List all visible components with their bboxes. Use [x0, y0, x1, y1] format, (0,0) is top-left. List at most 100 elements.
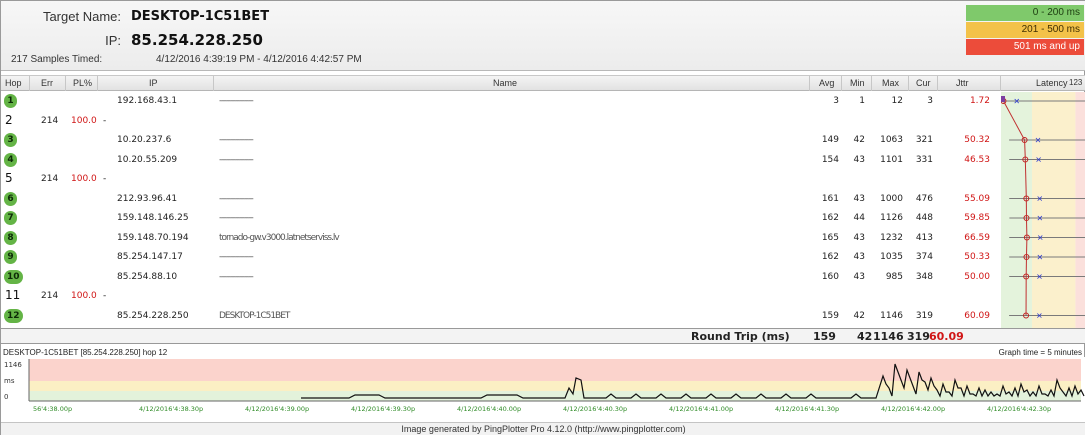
hop-number: 8 [4, 230, 17, 245]
table-row[interactable]: 7 159.148.146.25 --------------- 162 44 1126 4… [1, 209, 1001, 229]
hop-number: 1 [4, 94, 17, 108]
legend-green: 0 - 200 ms [966, 5, 1084, 21]
hop-number: 9 [4, 250, 17, 264]
time-x-label: 4/12/2016'4:40.30p [563, 405, 627, 413]
table-row[interactable]: 4 10.20.55.209 --------------- 154 43 1101 331… [1, 151, 1001, 171]
col-err[interactable]: Err [41, 78, 53, 88]
col-latency[interactable]: Latency [1036, 78, 1068, 88]
time-graph: 1146 ms 0 56'4:38.00p 4/12/2016'4:38.30p 4/12… [1, 357, 1085, 423]
col-max[interactable]: Max [882, 78, 899, 88]
jitter-ms: 50.00 [964, 271, 990, 282]
y-zero-label: 0 [4, 393, 8, 401]
jitter-ms: 1.72 [969, 96, 990, 106]
min-ms: 44 [853, 213, 865, 223]
jitter-ms: 60.09 [964, 310, 990, 321]
table-row[interactable]: 6 212.93.96.41 --------------- 161 43 1000 476… [1, 190, 1001, 210]
hop-name: --------------- [219, 252, 254, 262]
table-row[interactable]: 2 214 100.0- [1, 112, 1001, 132]
latency-cur-marker: ✕ [1037, 234, 1044, 243]
col-name[interactable]: Name [493, 78, 517, 88]
hop-number: 7 [4, 211, 17, 225]
packet-loss: 100.0 [71, 174, 97, 184]
max-ms: 985 [885, 271, 903, 282]
hop-name: tornado-gw.v3000.latnetserviss.lv [219, 232, 340, 243]
col-pl[interactable]: PL% [73, 78, 92, 88]
packet-loss: 100.0 [71, 291, 97, 301]
hop-ip: 159.148.146.25 [117, 213, 189, 223]
packet-loss: 100.0 [71, 115, 97, 126]
avg-ms: 160 [821, 271, 839, 282]
hop-ip: 85.254.228.250 [117, 310, 189, 321]
footer-credit: Image generated by PingPlotter Pro 4.12.… [1, 422, 1085, 435]
jitter-ms: 50.32 [964, 135, 990, 145]
avg-ms: 154 [821, 154, 839, 165]
latency-graph: ✕ ✕ ✕ ✕ ✕ ✕ ✕ ✕ ✕ [1001, 92, 1085, 328]
hop1-marker [1001, 96, 1005, 102]
latency-cur-marker: ✕ [1036, 273, 1043, 282]
round-trip-min: 42 [857, 330, 873, 343]
table-row[interactable]: 10 85.254.88.10 --------------- 160 43 985 348… [1, 268, 1001, 288]
avg-ms: 165 [821, 232, 839, 243]
y-unit-label: ms [4, 377, 15, 385]
col-jitter[interactable]: Jttr [956, 78, 969, 88]
hop-ip: 10.20.237.6 [117, 135, 172, 145]
table-row[interactable]: 9 85.254.147.17 --------------- 162 43 1035 37… [1, 248, 1001, 268]
hop-ip: 85.254.88.10 [117, 271, 178, 282]
time-x-label: 4/12/2016'4:42.00p [881, 405, 945, 413]
err-count: 214 [41, 115, 59, 126]
col-ip[interactable]: IP [149, 78, 158, 88]
latency-cur-marker: ✕ [1035, 136, 1042, 145]
hop-number: 11 [5, 288, 21, 302]
avg-ms: 162 [821, 252, 839, 262]
time-x-label: 4/12/2016'4:38.30p [139, 405, 203, 413]
hop-name: --------------- [219, 135, 254, 145]
table-row[interactable]: 5 214 100.0- [1, 170, 1001, 190]
jitter-ms: 55.09 [964, 193, 990, 204]
col-avg[interactable]: Avg [819, 78, 834, 88]
avg-ms: 162 [821, 213, 839, 223]
min-ms: 43 [853, 252, 865, 262]
avg-ms: 3 [833, 96, 839, 106]
cur-ms: 448 [915, 213, 933, 223]
time-zone-green [29, 391, 1081, 401]
ip-value: 85.254.228.250 [131, 31, 263, 49]
col-min[interactable]: Min [850, 78, 865, 88]
time-x-label: 56'4:38.00p [33, 405, 72, 413]
pingplotter-window: Target Name: DESKTOP-1C51BET IP: 85.254.… [0, 0, 1085, 435]
table-row[interactable]: 3 10.20.237.6 --------------- 149 42 1063 321 5… [1, 131, 1001, 151]
min-ms: 42 [853, 135, 865, 145]
latency-zone-yellow [1031, 92, 1076, 328]
min-ms: 43 [853, 154, 865, 165]
round-trip-avg: 159 [813, 330, 836, 343]
cur-ms: 374 [915, 252, 933, 262]
max-ms: 1000 [880, 193, 903, 204]
avg-ms: 161 [821, 193, 839, 204]
hop-number: 6 [4, 191, 17, 206]
latency-cur-marker: ✕ [1036, 214, 1043, 223]
round-trip-label: Round Trip (ms) [691, 330, 790, 343]
err-count: 214 [41, 291, 59, 301]
latency-cur-marker: ✕ [1035, 156, 1042, 165]
round-trip-cur: 319 [907, 330, 930, 343]
y-max-label: 1146 [4, 361, 22, 369]
table-row[interactable]: 12 85.254.228.250 DESKTOP-1C51BET 159 42 1146… [1, 307, 1001, 327]
col-hop[interactable]: Hop [5, 78, 22, 88]
round-trip-jitter: 60.09 [929, 330, 964, 343]
hop-number: 12 [4, 308, 23, 323]
max-ms: 12 [891, 96, 903, 106]
graph-time-label[interactable]: Graph time = 5 minutes [999, 348, 1082, 357]
min-ms: 1 [859, 96, 865, 106]
time-zone-red [29, 359, 1081, 381]
target-header: Target Name: DESKTOP-1C51BET IP: 85.254.… [1, 1, 1085, 71]
table-row[interactable]: 11 214 100.0- [1, 287, 1001, 307]
hop-name: --------------- [219, 154, 254, 165]
col-cur[interactable]: Cur [916, 78, 931, 88]
hop-ip: 85.254.147.17 [117, 252, 183, 262]
time-graph-title: DESKTOP-1C51BET [85.254.228.250] hop 12 [3, 348, 168, 357]
table-row[interactable]: 1 192.168.43.1 --------------- 3 1 12 3 1.72 [1, 92, 1001, 112]
hop-name: DESKTOP-1C51BET [219, 310, 290, 321]
table-row[interactable]: 8 159.148.70.194 tornado-gw.v3000.latnetse… [1, 229, 1001, 249]
samples-range: 4/12/2016 4:39:19 PM - 4/12/2016 4:42:57… [156, 54, 362, 65]
hop-ip: 212.93.96.41 [117, 193, 178, 204]
time-x-label: 4/12/2016'4:39.00p [245, 405, 309, 413]
